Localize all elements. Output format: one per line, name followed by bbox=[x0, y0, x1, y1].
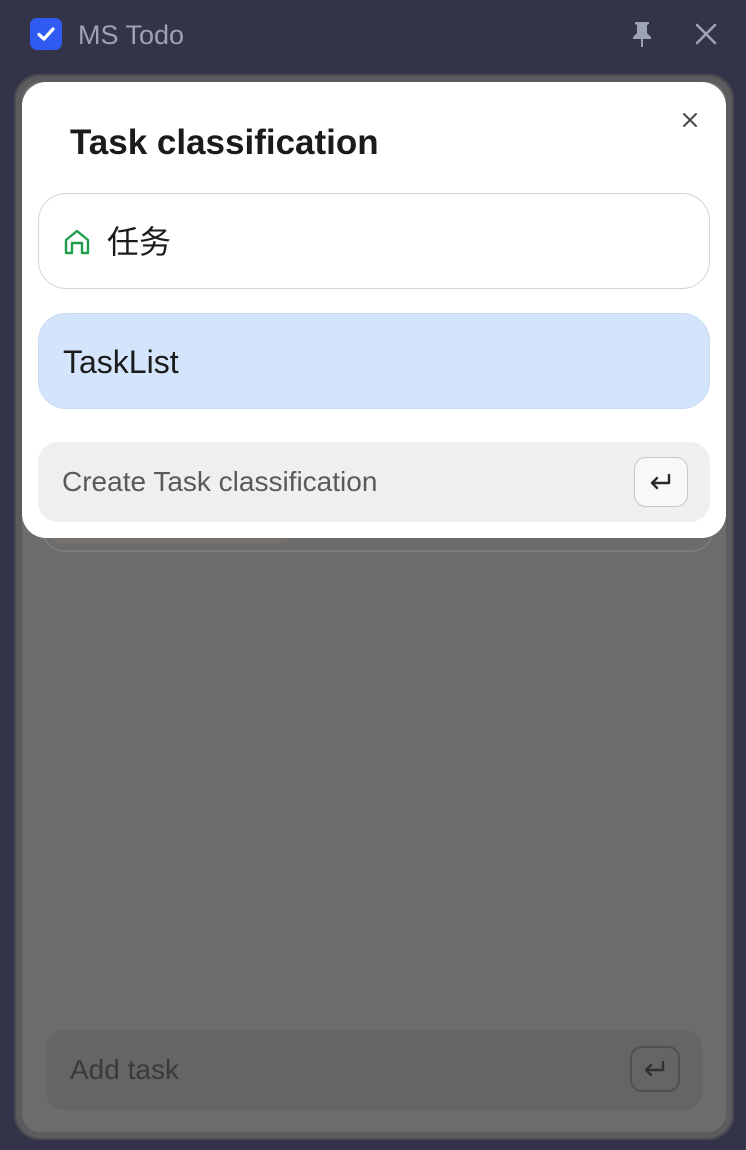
classification-option[interactable]: 任务 bbox=[38, 193, 710, 289]
add-task-input[interactable]: Add task bbox=[46, 1030, 702, 1110]
close-window-icon[interactable] bbox=[692, 20, 720, 48]
close-icon[interactable] bbox=[678, 108, 702, 132]
title-bar: MS Todo bbox=[0, 0, 746, 70]
enter-icon[interactable] bbox=[634, 457, 688, 507]
pin-icon[interactable] bbox=[630, 20, 654, 48]
enter-icon[interactable] bbox=[630, 1046, 680, 1092]
create-classification-input[interactable]: Create Task classification bbox=[38, 442, 710, 522]
add-task-placeholder: Add task bbox=[70, 1054, 179, 1085]
task-classification-dialog: Task classification 任务 TaskList Create T… bbox=[22, 82, 726, 538]
home-icon bbox=[63, 228, 91, 256]
checkbox-icon bbox=[30, 18, 62, 50]
create-classification-placeholder: Create Task classification bbox=[62, 466, 378, 497]
dialog-title: Task classification bbox=[70, 123, 379, 162]
option-label: TaskList bbox=[63, 344, 179, 380]
app-title: MS Todo bbox=[78, 20, 185, 50]
option-label: 任务 bbox=[107, 224, 172, 260]
classification-option-selected[interactable]: TaskList bbox=[38, 313, 710, 409]
